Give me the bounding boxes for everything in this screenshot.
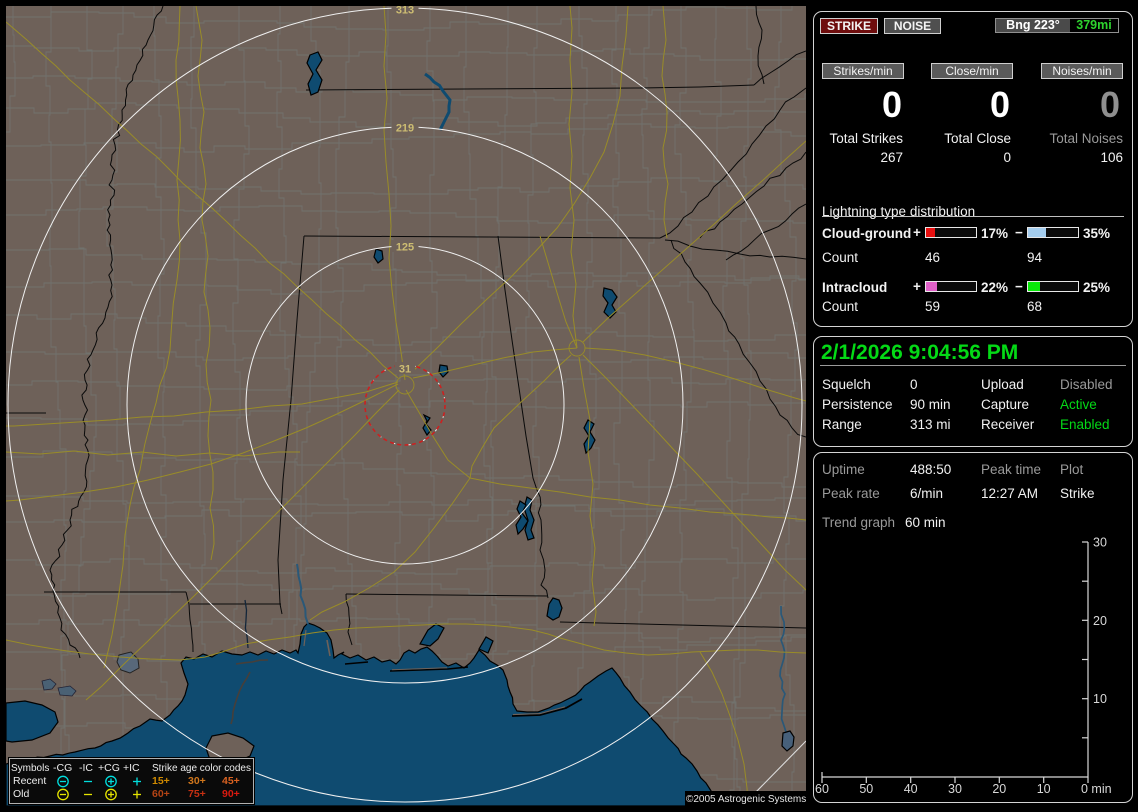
- svg-text:60: 60: [815, 782, 829, 796]
- svg-text:30: 30: [1093, 536, 1107, 550]
- svg-text:40: 40: [904, 782, 918, 796]
- svg-text:10: 10: [1093, 692, 1107, 706]
- svg-text:10: 10: [1037, 782, 1051, 796]
- svg-text:20: 20: [1093, 614, 1107, 628]
- svg-text:0 min: 0 min: [1081, 782, 1112, 796]
- svg-text:20: 20: [992, 782, 1006, 796]
- svg-text:30: 30: [948, 782, 962, 796]
- svg-text:50: 50: [859, 782, 873, 796]
